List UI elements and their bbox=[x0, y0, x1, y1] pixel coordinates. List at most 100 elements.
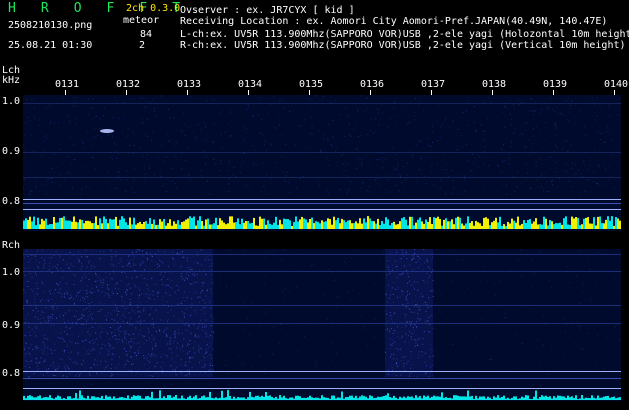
noise-speck bbox=[508, 154, 510, 156]
noise-speck bbox=[107, 354, 109, 356]
signal-bar bbox=[227, 223, 229, 229]
signal-bar bbox=[517, 398, 519, 400]
noise-speck bbox=[395, 249, 397, 251]
noise-speck bbox=[25, 352, 27, 354]
noise-speck bbox=[149, 338, 151, 340]
noise-speck bbox=[45, 368, 47, 370]
noise-speck bbox=[466, 110, 468, 112]
noise-speck bbox=[312, 264, 314, 266]
noise-speck bbox=[97, 279, 99, 281]
signal-bar bbox=[271, 397, 273, 400]
noise-speck bbox=[398, 273, 400, 275]
noise-speck bbox=[151, 140, 152, 141]
noise-speck bbox=[189, 356, 191, 358]
signal-bar bbox=[491, 222, 493, 229]
signal-bar bbox=[471, 395, 473, 400]
noise-speck bbox=[412, 364, 414, 365]
noise-speck bbox=[200, 297, 202, 298]
noise-speck bbox=[598, 166, 600, 168]
noise-speck bbox=[149, 298, 151, 300]
noise-speck bbox=[393, 301, 395, 303]
noise-speck bbox=[527, 172, 529, 174]
noise-speck bbox=[198, 326, 199, 328]
signal-bar bbox=[191, 398, 193, 400]
noise-speck bbox=[102, 284, 104, 286]
noise-speck bbox=[417, 288, 419, 290]
signal-bar bbox=[555, 397, 557, 400]
signal-bar bbox=[553, 224, 555, 229]
signal-bar bbox=[59, 396, 61, 400]
signal-bar bbox=[125, 398, 127, 400]
noise-speck bbox=[181, 369, 182, 371]
noise-speck bbox=[551, 97, 553, 99]
noise-speck bbox=[212, 142, 214, 143]
noise-speck bbox=[114, 97, 116, 98]
noise-speck bbox=[503, 106, 505, 108]
noise-speck bbox=[207, 356, 209, 358]
noise-speck bbox=[124, 337, 125, 339]
noise-speck bbox=[531, 143, 533, 145]
signal-bar bbox=[539, 397, 541, 400]
noise-speck bbox=[338, 140, 339, 142]
noise-speck bbox=[47, 321, 49, 323]
noise-speck bbox=[431, 126, 433, 128]
noise-speck bbox=[225, 131, 227, 133]
noise-speck bbox=[394, 154, 396, 155]
noise-speck bbox=[246, 184, 248, 186]
noise-speck bbox=[96, 372, 97, 374]
signal-bar bbox=[353, 397, 355, 400]
noise-speck bbox=[584, 275, 586, 277]
noise-speck bbox=[565, 171, 567, 173]
signal-bar bbox=[469, 396, 471, 400]
signal-bar bbox=[509, 223, 511, 229]
noise-speck bbox=[245, 128, 247, 130]
noise-speck bbox=[427, 282, 429, 284]
noise-speck bbox=[78, 259, 80, 261]
noise-speck bbox=[67, 327, 69, 329]
noise-speck bbox=[592, 278, 594, 280]
signal-bar bbox=[167, 395, 169, 400]
noise-speck bbox=[112, 336, 114, 338]
noise-speck bbox=[251, 277, 253, 278]
noise-speck bbox=[32, 254, 34, 256]
noise-speck bbox=[30, 360, 32, 362]
signal-bar bbox=[545, 395, 547, 400]
noise-speck bbox=[38, 124, 40, 126]
noise-speck bbox=[52, 181, 54, 183]
noise-speck bbox=[342, 172, 344, 174]
noise-speck bbox=[190, 178, 191, 180]
noise-speck bbox=[178, 333, 180, 335]
noise-speck bbox=[584, 250, 586, 252]
noise-speck bbox=[504, 126, 506, 128]
signal-bar bbox=[237, 397, 239, 400]
noise-speck bbox=[47, 179, 49, 180]
noise-speck bbox=[401, 335, 403, 337]
noise-speck bbox=[356, 167, 358, 169]
signal-bar bbox=[585, 217, 587, 229]
signal-bar bbox=[141, 224, 143, 229]
noise-speck bbox=[146, 284, 148, 286]
noise-speck bbox=[373, 284, 375, 285]
noise-speck bbox=[135, 354, 137, 356]
signal-bar bbox=[451, 219, 453, 229]
noise-speck bbox=[128, 369, 130, 371]
noise-speck bbox=[81, 141, 83, 143]
noise-speck bbox=[606, 125, 608, 127]
signal-bar bbox=[361, 395, 363, 400]
noise-speck bbox=[127, 128, 129, 129]
noise-speck bbox=[539, 132, 541, 134]
noise-speck bbox=[152, 346, 154, 348]
noise-speck bbox=[155, 96, 157, 98]
noise-speck bbox=[445, 169, 447, 170]
noise-speck bbox=[93, 128, 95, 130]
noise-speck bbox=[357, 158, 359, 160]
signal-bar bbox=[471, 221, 473, 229]
noise-speck bbox=[535, 101, 537, 103]
noise-speck bbox=[112, 158, 113, 160]
noise-speck bbox=[125, 291, 127, 293]
noise-speck bbox=[134, 168, 136, 170]
signal-bar bbox=[593, 217, 595, 229]
signal-bar bbox=[537, 398, 539, 400]
noise-speck bbox=[428, 290, 430, 292]
noise-speck bbox=[49, 171, 51, 173]
